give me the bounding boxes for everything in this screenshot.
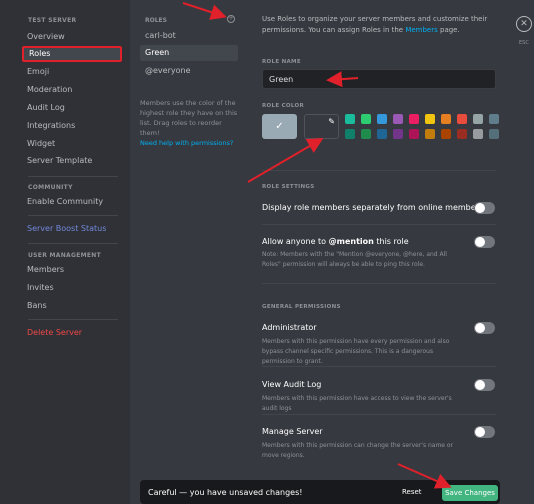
view-audit-log-title: View Audit Log xyxy=(262,380,322,389)
role-settings-label: ROLE SETTINGS xyxy=(262,184,315,190)
sidebar-item-delete-server[interactable]: Delete Server xyxy=(22,325,122,341)
sidebar-divider xyxy=(28,215,118,216)
sidebar-item-server-boost-status[interactable]: Server Boost Status xyxy=(22,221,122,237)
color-swatch[interactable] xyxy=(377,129,387,139)
display-separately-toggle[interactable] xyxy=(474,202,495,214)
sidebar-item-invites[interactable]: Invites xyxy=(22,280,122,296)
custom-color-picker[interactable]: ✎ xyxy=(304,114,339,139)
manage-server-desc: Members with this permission can change … xyxy=(262,442,454,459)
color-swatch[interactable] xyxy=(345,129,355,139)
mention-title-post: this role xyxy=(373,237,409,246)
esc-label: ESC xyxy=(519,40,529,46)
sidebar-item-bans[interactable]: Bans xyxy=(22,298,122,314)
section-divider xyxy=(262,224,496,225)
color-swatch[interactable] xyxy=(441,114,451,124)
community-section-header: COMMUNITY xyxy=(28,184,73,191)
sidebar-item-members[interactable]: Members xyxy=(22,262,122,278)
close-icon[interactable]: ✕ xyxy=(516,16,532,32)
unsaved-changes-bar: Careful — you have unsaved changes! Rese… xyxy=(140,480,500,504)
color-swatch[interactable] xyxy=(473,114,483,124)
sidebar-item-audit-log[interactable]: Audit Log xyxy=(22,100,122,116)
role-item-carl-bot[interactable]: carl-bot xyxy=(140,28,238,44)
section-divider xyxy=(262,414,496,415)
role-settings-panel: Use Roles to organize your server member… xyxy=(252,0,502,504)
color-swatch[interactable] xyxy=(473,129,483,139)
sidebar-item-moderation[interactable]: Moderation xyxy=(22,82,122,98)
color-swatch[interactable] xyxy=(457,129,467,139)
role-color-label: ROLE COLOR xyxy=(262,103,305,109)
color-swatch[interactable] xyxy=(489,114,499,124)
color-swatch[interactable] xyxy=(425,129,435,139)
sidebar-item-enable-community[interactable]: Enable Community xyxy=(22,194,122,210)
color-swatch[interactable] xyxy=(457,114,467,124)
general-permissions-label: GENERAL PERMISSIONS xyxy=(262,304,341,310)
view-audit-log-desc: Members with this permission have access… xyxy=(262,395,452,412)
color-swatch[interactable] xyxy=(425,114,435,124)
role-item-everyone[interactable]: @everyone xyxy=(140,63,238,79)
server-section-header: TEST SERVER xyxy=(28,17,77,24)
color-swatch[interactable] xyxy=(361,129,371,139)
roles-header: ROLES xyxy=(145,17,167,24)
display-separately-title: Display role members separately from onl… xyxy=(262,203,484,212)
user-management-section-header: USER MANAGEMENT xyxy=(28,252,101,259)
roles-list-panel: ROLES + carl-bot Green @everyone Members… xyxy=(130,0,240,504)
mention-title-pre: Allow anyone to xyxy=(262,237,329,246)
checkmark-icon: ✓ xyxy=(275,121,284,132)
allow-mention-title: Allow anyone to @mention this role xyxy=(262,237,409,246)
mention-title-bold: @mention xyxy=(328,237,374,246)
role-name-label: ROLE NAME xyxy=(262,59,301,65)
toggle-knob xyxy=(475,237,485,247)
permissions-help-link[interactable]: Need help with permissions? xyxy=(140,139,233,147)
sidebar-item-server-template[interactable]: Server Template xyxy=(22,153,122,169)
section-divider xyxy=(262,366,496,367)
color-swatch[interactable] xyxy=(409,114,419,124)
sidebar-divider xyxy=(28,176,118,177)
manage-server-title: Manage Server xyxy=(262,427,323,436)
sidebar-divider xyxy=(28,319,118,320)
roles-note: Members use the color of the highest rol… xyxy=(140,99,238,137)
color-swatch[interactable] xyxy=(377,114,387,124)
sidebar-divider xyxy=(28,243,118,244)
toggle-knob xyxy=(475,380,485,390)
members-link[interactable]: Members xyxy=(405,26,437,34)
view-audit-log-toggle[interactable] xyxy=(474,379,495,391)
section-divider xyxy=(262,283,496,284)
allow-mention-note: Note: Members with the "Mention @everyon… xyxy=(262,251,447,268)
unsaved-changes-message: Careful — you have unsaved changes! xyxy=(148,488,303,497)
sidebar-item-emoji[interactable]: Emoji xyxy=(22,64,122,80)
section-divider xyxy=(262,170,496,171)
toggle-knob xyxy=(475,323,485,333)
administrator-title: Administrator xyxy=(262,323,317,332)
color-swatch[interactable] xyxy=(489,129,499,139)
allow-mention-toggle[interactable] xyxy=(474,236,495,248)
default-color-swatch[interactable]: ✓ xyxy=(262,114,297,139)
toggle-knob xyxy=(475,427,485,437)
sidebar-item-widget[interactable]: Widget xyxy=(22,136,122,152)
color-swatch[interactable] xyxy=(393,114,403,124)
add-role-icon[interactable]: + xyxy=(227,15,235,23)
manage-server-toggle[interactable] xyxy=(474,426,495,438)
administrator-desc: Members with this permission have every … xyxy=(262,338,450,365)
color-swatch[interactable] xyxy=(409,129,419,139)
color-swatch[interactable] xyxy=(361,114,371,124)
reset-button[interactable]: Reset xyxy=(402,488,422,496)
intro-tail: page. xyxy=(437,26,460,34)
roles-intro-text: Use Roles to organize your server member… xyxy=(262,14,507,36)
color-swatch[interactable] xyxy=(393,129,403,139)
administrator-toggle[interactable] xyxy=(474,322,495,334)
color-swatch[interactable] xyxy=(345,114,355,124)
eyedropper-icon: ✎ xyxy=(328,117,335,126)
toggle-knob xyxy=(475,203,485,213)
sidebar-item-roles[interactable]: Roles xyxy=(22,46,122,62)
save-changes-button[interactable]: Save Changes xyxy=(442,485,498,501)
sidebar-item-integrations[interactable]: Integrations xyxy=(22,118,122,134)
role-name-input[interactable] xyxy=(262,69,496,89)
settings-sidebar: TEST SERVER Overview Roles Emoji Moderat… xyxy=(0,0,130,504)
sidebar-item-overview[interactable]: Overview xyxy=(22,29,122,45)
color-swatch[interactable] xyxy=(441,129,451,139)
role-item-green[interactable]: Green xyxy=(140,45,238,61)
